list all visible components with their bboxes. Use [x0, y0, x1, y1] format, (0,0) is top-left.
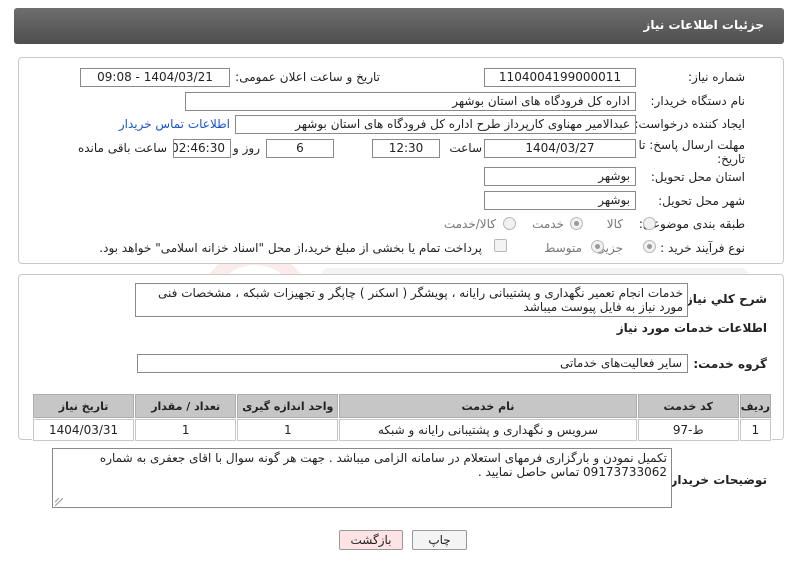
- buyer-notes-line-1: تکمیل نمودن و بارگزاری فرمهای استعلام در…: [99, 451, 667, 465]
- summary-text: خدمات انجام تعمیر نگهداری و پشتیبانی رای…: [158, 286, 683, 314]
- process-label: نوع فرآیند خرید :: [660, 241, 745, 255]
- resize-grip-icon[interactable]: [55, 498, 63, 506]
- buyer-notes-line-2: 09173733062 تماس حاصل نمایید .: [477, 465, 667, 479]
- table-row[interactable]: 1 ط-97 سرویس و نگهداری و پشتیبانی رایانه…: [33, 419, 771, 441]
- page-title: جزئیات اطلاعات نیاز: [643, 18, 764, 32]
- buyer-name-field[interactable]: اداره کل فرودگاه های استان بوشهر: [185, 92, 636, 111]
- col-header-date: تاریخ نیاز: [33, 394, 135, 418]
- cell-date: 1404/03/31: [33, 419, 135, 441]
- cell-qty: 1: [135, 419, 237, 441]
- service-group-field[interactable]: سایر فعالیت‌های خدماتی: [137, 354, 688, 373]
- cell-row: 1: [739, 419, 771, 441]
- buyer-notes-label: توضیحات خریدار:: [665, 473, 767, 487]
- deadline-date-field[interactable]: 1404/03/27: [484, 139, 636, 158]
- services-table: ردیف کد خدمت نام خدمت واحد اندازه گیری ت…: [32, 393, 772, 442]
- city-field[interactable]: بوشهر: [484, 191, 636, 210]
- col-header-name: نام خدمت: [339, 394, 637, 418]
- days-label: روز و: [233, 141, 260, 155]
- process-option-medium: متوسط: [544, 241, 582, 255]
- category-radio-goods[interactable]: [643, 217, 656, 230]
- process-radio-minor[interactable]: [643, 240, 656, 253]
- announce-date-field[interactable]: 1404/03/21 - 09:08: [80, 68, 230, 87]
- buyer-contact-link[interactable]: اطلاعات تماس خریدار: [119, 117, 230, 131]
- summary-label: شرح کلي نياز:: [681, 292, 767, 306]
- buyer-notes-textarea[interactable]: تکمیل نمودن و بارگزاری فرمهای استعلام در…: [52, 448, 672, 508]
- cell-name: سرویس و نگهداری و پشتیبانی رایانه و شبکه: [339, 419, 637, 441]
- remaining-label: ساعت باقی مانده: [77, 141, 167, 155]
- category-radio-service[interactable]: [570, 217, 583, 230]
- cell-code: ط-97: [637, 419, 739, 441]
- deadline-hour-label: ساعت: [449, 141, 482, 155]
- deadline-label: مهلت ارسال پاسخ: تا تاریخ:: [638, 138, 745, 166]
- deadline-time-field[interactable]: 12:30: [372, 139, 440, 158]
- province-field[interactable]: بوشهر: [484, 167, 636, 186]
- remaining-days-field[interactable]: 6: [266, 139, 334, 158]
- province-label: استان محل تحویل:: [650, 170, 745, 184]
- buyer-name-label: نام دستگاه خریدار:: [650, 94, 746, 108]
- print-button[interactable]: چاپ: [412, 530, 467, 550]
- col-header-unit: واحد اندازه گیری: [237, 394, 339, 418]
- treasury-payment-note: پرداخت تمام یا بخشی از مبلغ خرید،از محل …: [99, 241, 482, 255]
- page-header: جزئیات اطلاعات نیاز: [14, 8, 784, 44]
- summary-textarea[interactable]: خدمات انجام تعمیر نگهداری و پشتیبانی رای…: [135, 283, 688, 317]
- creator-field[interactable]: عبدالامیر مهناوی کارپرداز طرح اداره کل ف…: [235, 115, 636, 134]
- col-header-qty: تعداد / مقدار: [135, 394, 237, 418]
- col-header-row: ردیف: [739, 394, 771, 418]
- category-option-goods: کالا: [606, 217, 623, 231]
- announce-date-label: تاریخ و ساعت اعلان عمومی:: [235, 70, 380, 84]
- cell-unit: 1: [237, 419, 339, 441]
- back-button[interactable]: بازگشت: [339, 530, 403, 550]
- need-number-label: شماره نیاز:: [688, 70, 745, 84]
- city-label: شهر محل تحویل:: [658, 194, 745, 208]
- treasury-payment-checkbox[interactable]: [494, 239, 507, 252]
- category-option-both: کالا/خدمت: [443, 217, 496, 231]
- col-header-code: کد خدمت: [637, 394, 739, 418]
- services-table-header: ردیف کد خدمت نام خدمت واحد اندازه گیری ت…: [33, 394, 771, 418]
- process-radio-medium[interactable]: [591, 240, 604, 253]
- service-group-label: گروه خدمت:: [693, 357, 767, 371]
- services-section-title: اطلاعات خدمات مورد نیاز: [616, 321, 767, 335]
- creator-label: ایجاد کننده درخواست:: [634, 117, 745, 131]
- remaining-time-field[interactable]: 02:46:30: [173, 139, 231, 158]
- category-radio-both[interactable]: [503, 217, 516, 230]
- need-number-field[interactable]: 1104004199000011: [484, 68, 636, 87]
- category-option-service: خدمت: [532, 217, 564, 231]
